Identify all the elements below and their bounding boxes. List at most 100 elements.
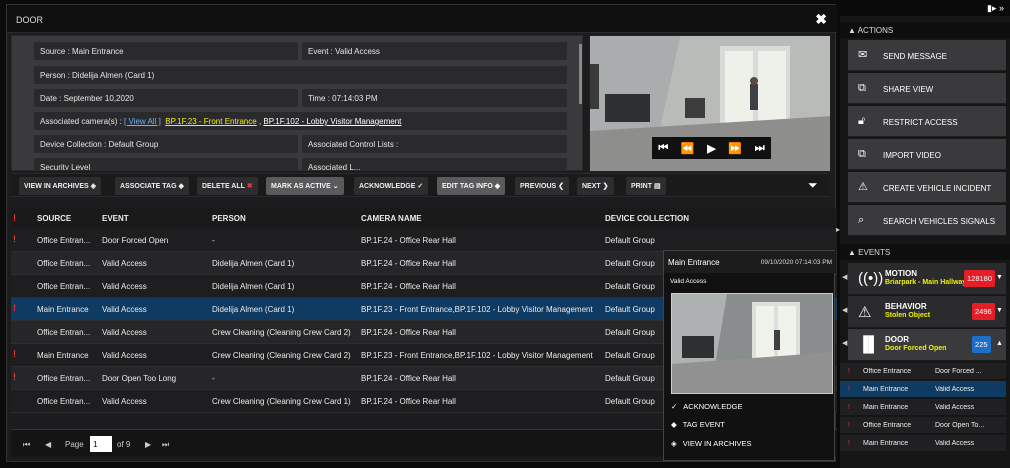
event-item-source: Office Entrance bbox=[863, 368, 912, 375]
flag-icon: ! bbox=[848, 440, 850, 447]
expand-left-icon[interactable]: ◀ bbox=[842, 273, 847, 281]
popup-acknowledge[interactable]: ✓ ACKNOWLEDGE bbox=[671, 402, 742, 411]
chevron-down-icon[interactable]: ▼ bbox=[996, 307, 1003, 314]
expand-left-icon[interactable]: ◀ bbox=[842, 306, 847, 314]
import-video-button[interactable]: ⧉ IMPORT VIDEO bbox=[848, 139, 1006, 170]
cell-person: Crew Cleaning (Cleaning Crew Card 2) bbox=[212, 328, 351, 337]
actions-header-label: ACTIONS bbox=[857, 26, 894, 35]
cell-device: Default Group bbox=[605, 259, 655, 268]
cell-camera: BP.1F.24 - Office Rear Hall bbox=[361, 282, 456, 291]
column-camera-name[interactable]: CAMERA NAME bbox=[361, 214, 422, 223]
cell-camera: BP.1F.23 - Front Entrance,BP.1F.102 - Lo… bbox=[361, 305, 593, 314]
associated-field: Associated L... bbox=[302, 158, 567, 170]
camera-link-front-entrance[interactable]: BP.1F.23 - Front Entrance bbox=[165, 117, 256, 126]
event-list-item[interactable]: ! Main Entrance Valid Access bbox=[840, 399, 1006, 416]
create-vehicle-incident-label: CREATE VEHICLE INCIDENT bbox=[883, 184, 992, 193]
event-group-name: BEHAVIOR bbox=[885, 302, 927, 311]
page-number-input[interactable] bbox=[90, 436, 112, 452]
filter-icon[interactable]: ⏷ bbox=[808, 178, 818, 193]
edit-tag-info-button[interactable]: EDIT TAG INFO ◆ bbox=[437, 177, 506, 195]
event-group-door[interactable]: ◀ ▐▌ DOOR Door Forced Open 225 ▲ bbox=[842, 329, 1006, 361]
cell-event: Valid Access bbox=[102, 351, 147, 360]
camera-link-lobby[interactable]: BP.1F.102 - Lobby Visitor Management bbox=[263, 117, 401, 126]
skip-start-icon[interactable]: ⏮ bbox=[658, 142, 668, 155]
event-list-item[interactable]: ! Main Entrance Valid Access bbox=[840, 435, 1006, 452]
cameras-label: Associated camera(s) : bbox=[40, 117, 125, 126]
prev-page-icon[interactable]: ◀ bbox=[45, 440, 51, 449]
search-vehicles-signals-label: SEARCH VEHICLES SIGNALS bbox=[883, 217, 996, 226]
event-item-source: Office Entrance bbox=[863, 422, 912, 429]
source-field: Source : Main Entrance bbox=[34, 42, 298, 60]
cell-source: Office Entran... bbox=[37, 328, 91, 337]
cell-event: Valid Access bbox=[102, 328, 147, 337]
event-group-motion[interactable]: ◀ ((•)) MOTION Briarpark - Main Hallway … bbox=[842, 263, 1006, 295]
next-page-icon[interactable]: ▶ bbox=[145, 440, 151, 449]
popup-view-archives-label: VIEW IN ARCHIVES bbox=[682, 439, 752, 448]
import-video-label: IMPORT VIDEO bbox=[883, 151, 941, 160]
create-vehicle-incident-button[interactable]: ⚠ CREATE VEHICLE INCIDENT bbox=[848, 172, 1006, 203]
event-item-source: Main Entrance bbox=[863, 386, 909, 393]
play-icon[interactable]: ▶ bbox=[707, 142, 715, 155]
cell-source: Main Entrance bbox=[37, 305, 89, 314]
popup-timestamp: 09/10/2020 07:14:03 PM bbox=[760, 259, 832, 266]
actions-header[interactable]: ▲ ACTIONS bbox=[840, 22, 1010, 38]
tag-icon: ◆ bbox=[671, 420, 677, 429]
first-page-icon[interactable]: ⏮ bbox=[23, 440, 30, 450]
camera-video-view[interactable]: ⏮ ⏪ ▶ ⏩ ⏭ bbox=[589, 35, 831, 172]
cell-camera: BP.1F.23 - Front Entrance,BP.1F.102 - Lo… bbox=[361, 351, 593, 360]
column-event[interactable]: EVENT bbox=[102, 214, 129, 223]
events-header[interactable]: ▲ EVENTS bbox=[840, 244, 1010, 260]
send-message-button[interactable]: ✉ SEND MESSAGE bbox=[848, 40, 1006, 71]
flag-icon: ! bbox=[848, 386, 850, 393]
cell-person: Didelija Almen (Card 1) bbox=[212, 305, 295, 314]
associate-tag-button[interactable]: ASSOCIATE TAG ◆ bbox=[115, 177, 189, 195]
restrict-access-label: RESTRICT ACCESS bbox=[883, 118, 958, 127]
cell-source: Office Entran... bbox=[37, 397, 91, 406]
search-vehicles-signals-button[interactable]: ⌕ SEARCH VEHICLES SIGNALS bbox=[848, 205, 1006, 236]
column-source[interactable]: SOURCE bbox=[37, 214, 71, 223]
fast-forward-icon[interactable]: ⏩ bbox=[728, 142, 742, 155]
chevron-down-icon[interactable]: ▼ bbox=[996, 274, 1003, 281]
skip-end-icon[interactable]: ⏭ bbox=[755, 142, 765, 155]
expand-left-icon[interactable]: ◀ bbox=[842, 339, 847, 347]
rewind-icon[interactable]: ⏪ bbox=[681, 142, 695, 155]
last-page-icon[interactable]: ⏭ bbox=[162, 440, 169, 450]
video-controls: ⏮ ⏪ ▶ ⏩ ⏭ bbox=[652, 137, 771, 159]
next-label: NEXT bbox=[582, 183, 601, 190]
chevron-up-icon[interactable]: ▲ bbox=[996, 340, 1003, 347]
view-all-link[interactable]: [ View All ] bbox=[124, 117, 161, 126]
share-view-button[interactable]: ⧉ SHARE VIEW bbox=[848, 73, 1006, 104]
cell-person: Crew Cleaning (Cleaning Crew Card 2) bbox=[212, 351, 351, 360]
details-scrollbar[interactable] bbox=[579, 44, 582, 104]
next-button[interactable]: NEXT ❯ bbox=[577, 177, 614, 195]
previous-label: PREVIOUS bbox=[520, 183, 557, 190]
popup-tag-event[interactable]: ◆ TAG EVENT bbox=[671, 420, 725, 429]
warning-icon: ⚠ bbox=[858, 304, 872, 321]
previous-button[interactable]: PREVIOUS ❮ bbox=[515, 177, 570, 195]
column-device-collection[interactable]: DEVICE COLLECTION bbox=[605, 214, 689, 223]
column-person[interactable]: PERSON bbox=[212, 214, 246, 223]
popup-thumbnail[interactable] bbox=[671, 293, 833, 394]
restrict-access-button[interactable]: 🔓︎ RESTRICT ACCESS bbox=[848, 106, 1006, 137]
acknowledge-label: ACKNOWLEDGE bbox=[359, 183, 416, 190]
table-row[interactable]: ! Office Entran... Door Forced Open - BP… bbox=[11, 229, 837, 252]
view-in-archives-button[interactable]: VIEW IN ARCHIVES ◈ bbox=[19, 177, 102, 195]
cell-device: Default Group bbox=[605, 305, 655, 314]
cell-source: Office Entran... bbox=[37, 259, 91, 268]
sidebar-toggle-icon[interactable]: ▮▸ » bbox=[987, 3, 1004, 14]
delete-all-button[interactable]: DELETE ALL ✖ bbox=[197, 177, 258, 195]
popup-header: Main Entrance 09/10/2020 07:14:03 PM bbox=[664, 251, 836, 273]
popup-view-archives[interactable]: ◈ VIEW IN ARCHIVES bbox=[671, 439, 752, 448]
import-icon: ⧉ bbox=[858, 148, 866, 160]
event-group-behavior[interactable]: ◀ ⚠ BEHAVIOR Stolen Object 2496 ▼ bbox=[842, 296, 1006, 328]
event-list-item[interactable]: ! Office Entrance Door Forced ... bbox=[840, 363, 1006, 380]
acknowledge-button[interactable]: ACKNOWLEDGE ✓ bbox=[354, 177, 429, 195]
event-list-item[interactable]: ! Office Entrance Door Open To... bbox=[840, 417, 1006, 434]
close-icon[interactable]: ✖ bbox=[815, 11, 827, 28]
event-list-item-selected[interactable]: ! Main Entrance Valid Access bbox=[840, 381, 1006, 398]
print-button[interactable]: PRINT ▤ bbox=[626, 177, 666, 195]
flag-icon: ! bbox=[13, 372, 16, 382]
mark-as-active-button[interactable]: MARK AS ACTIVE ⌄ bbox=[266, 177, 344, 195]
cell-device: Default Group bbox=[605, 236, 655, 245]
event-popup: Main Entrance 09/10/2020 07:14:03 PM Val… bbox=[663, 250, 836, 461]
